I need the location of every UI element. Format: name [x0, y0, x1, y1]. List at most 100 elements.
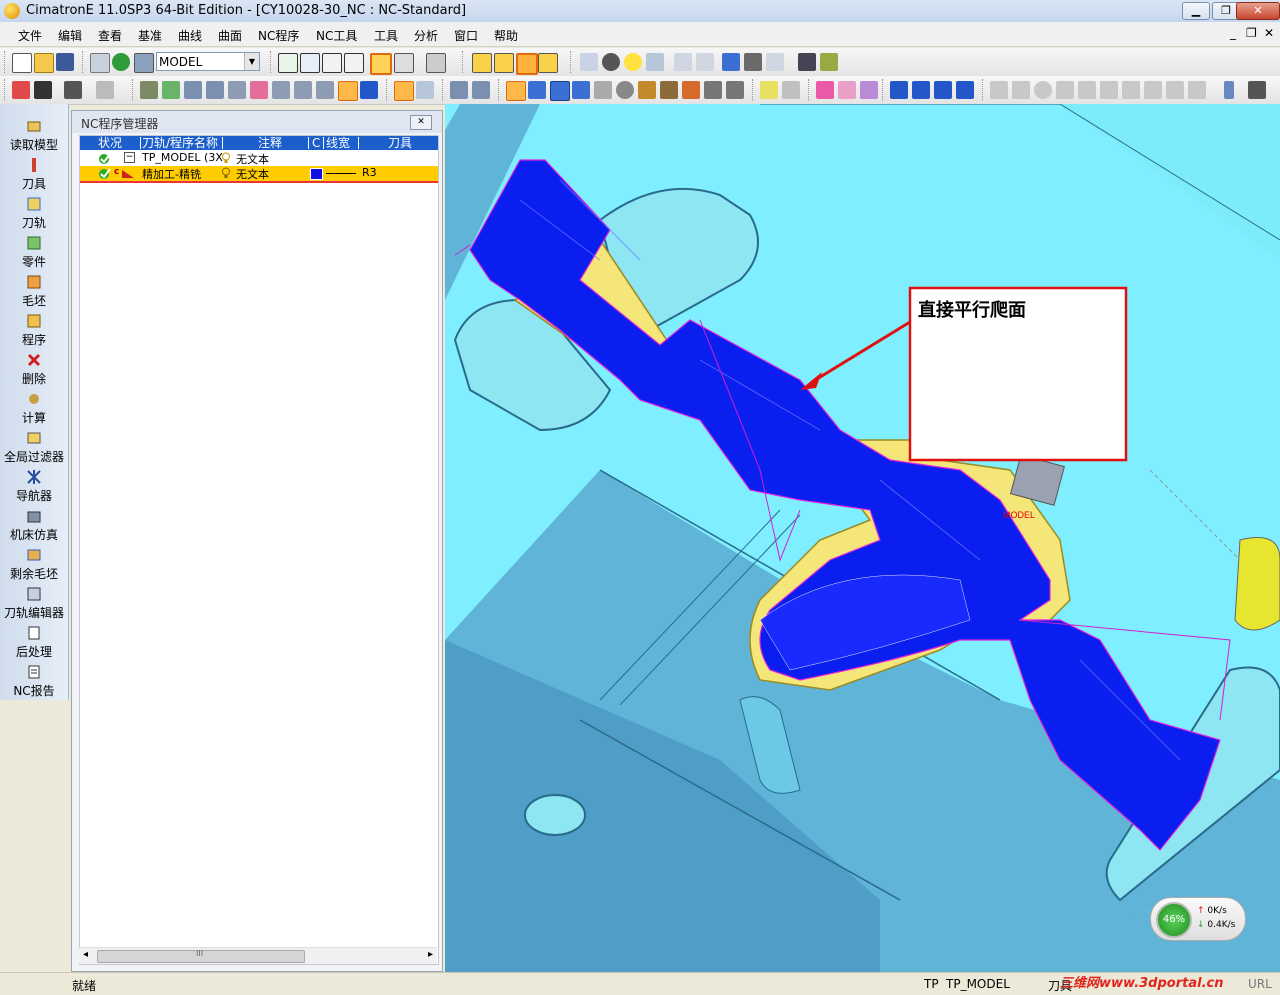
ucs-icon-3[interactable] — [934, 81, 952, 99]
show-icon[interactable] — [494, 53, 514, 73]
trim-icon[interactable] — [1100, 81, 1118, 99]
sidebar-item-tool[interactable]: 刀具 — [0, 157, 68, 192]
column-line-width[interactable]: 线宽 — [326, 136, 350, 150]
plane-icon-2[interactable] — [838, 81, 856, 99]
chevron-down-icon[interactable]: ▼ — [244, 53, 259, 70]
minimize-button[interactable]: ▁ — [1182, 2, 1210, 20]
display-icon-2[interactable] — [528, 81, 546, 99]
tree-collapse-toggle[interactable]: − — [124, 152, 135, 163]
display-icon-4[interactable] — [572, 81, 590, 99]
measure-icon[interactable] — [744, 53, 762, 71]
view-box-icon[interactable] — [394, 53, 414, 73]
filter-icon-9[interactable] — [316, 81, 334, 99]
menu-tools[interactable]: 工具 — [374, 27, 398, 44]
grid-icon-2[interactable] — [726, 81, 744, 99]
filter-icon-4[interactable] — [206, 81, 224, 99]
entity-filter-icon-2[interactable] — [472, 81, 490, 99]
filter-icon-7[interactable] — [272, 81, 290, 99]
menu-help[interactable]: 帮助 — [494, 27, 518, 44]
scrollbar-thumb[interactable]: III — [97, 949, 305, 963]
circle-icon[interactable] — [1034, 81, 1052, 99]
column-c[interactable]: C — [312, 136, 320, 150]
box-icon[interactable] — [660, 81, 678, 99]
display-icon-3[interactable] — [550, 81, 570, 101]
filter-icon-10[interactable] — [360, 81, 378, 99]
network-monitor-widget[interactable]: 46% ↑ 0K/s ↓ 0.4K/s — [1150, 897, 1246, 941]
spline-icon[interactable] — [1078, 81, 1096, 99]
sidebar-item-global-filter[interactable]: 全局过滤器 — [0, 430, 68, 465]
pick-mode-icon[interactable] — [394, 81, 414, 101]
hide-icon[interactable] — [516, 53, 538, 75]
sidebar-item-machine-sim[interactable]: 机床仿真 — [0, 508, 68, 543]
light-bulb-on-icon[interactable] — [624, 53, 642, 71]
display-toolpath-icon[interactable] — [506, 81, 526, 101]
set-active-object-icon[interactable] — [112, 53, 130, 71]
select-mode-icon[interactable] — [64, 81, 82, 99]
paste-icon[interactable] — [820, 53, 838, 71]
info-icon[interactable] — [616, 81, 634, 99]
scroll-left-icon[interactable]: ◂ — [83, 949, 88, 960]
close-button[interactable]: ✕ — [1236, 2, 1280, 20]
pan-icon[interactable] — [344, 53, 364, 73]
sidebar-item-remaining-stock[interactable]: 剩余毛坯 — [0, 547, 68, 582]
column-status[interactable]: 状况 — [98, 136, 122, 150]
mdi-minimize-button[interactable]: _ — [1230, 26, 1236, 40]
menu-nc-tools[interactable]: NC工具 — [316, 27, 357, 44]
menu-view[interactable]: 查看 — [98, 27, 122, 44]
fillet-icon[interactable] — [1188, 81, 1206, 99]
zoom-window-icon[interactable] — [300, 53, 320, 73]
shaded-view-icon[interactable] — [370, 53, 392, 75]
ucs-icon-4[interactable] — [956, 81, 974, 99]
undo-icon[interactable] — [96, 81, 114, 99]
menu-curve[interactable]: 曲线 — [178, 27, 202, 44]
mdi-close-button[interactable]: ✕ — [1264, 26, 1274, 40]
grid-icon[interactable] — [704, 81, 722, 99]
mdi-restore-button[interactable]: ❐ — [1246, 26, 1257, 40]
entity-filter-icon[interactable] — [450, 81, 468, 99]
light-bulb-icon[interactable] — [602, 53, 620, 71]
sidebar-item-part[interactable]: 零件 — [0, 235, 68, 270]
menu-datum[interactable]: 基准 — [138, 27, 162, 44]
extend-icon[interactable] — [1122, 81, 1140, 99]
scroll-right-icon[interactable]: ▸ — [428, 949, 433, 960]
swap-visibility-icon[interactable] — [538, 53, 558, 73]
filter-icon-8[interactable] — [294, 81, 312, 99]
sidebar-item-post-process[interactable]: 后处理 — [0, 625, 68, 660]
menu-analysis[interactable]: 分析 — [414, 27, 438, 44]
sidebar-item-stock[interactable]: 毛坯 — [0, 274, 68, 309]
sketch-icon[interactable] — [760, 81, 778, 99]
polyline-icon[interactable] — [1012, 81, 1030, 99]
model-select-dropdown[interactable]: MODEL ▼ — [156, 52, 260, 71]
pick-mode-icon-2[interactable] — [416, 81, 434, 99]
zoom-icon[interactable] — [322, 53, 342, 73]
cursor-icon[interactable] — [34, 81, 52, 99]
column-tool[interactable]: 刀具 — [388, 136, 412, 150]
panel-close-button[interactable]: ✕ — [410, 115, 432, 130]
graphics-viewport[interactable]: MODEL 直接平行爬面 — [445, 104, 1280, 972]
filter-icon-5[interactable] — [228, 81, 246, 99]
sidebar-item-toolpath[interactable]: 刀轨 — [0, 196, 68, 231]
chamfer-icon[interactable] — [1166, 81, 1184, 99]
sidebar-item-nc-report[interactable]: NC报告 — [0, 664, 68, 699]
open-file-icon[interactable] — [34, 53, 54, 73]
assembly-icon[interactable] — [722, 53, 740, 71]
ucs-icon-2[interactable] — [912, 81, 930, 99]
show-all-icon[interactable] — [472, 53, 492, 73]
line-icon[interactable] — [990, 81, 1008, 99]
select-object-icon[interactable] — [134, 53, 154, 73]
arc-icon[interactable] — [1056, 81, 1074, 99]
column-comment[interactable]: 注释 — [258, 136, 282, 150]
sidebar-item-delete[interactable]: 删除 — [0, 352, 68, 387]
toolbar-overflow-icon[interactable] — [1224, 81, 1234, 99]
filter-icon-3[interactable] — [184, 81, 202, 99]
copy-icon[interactable] — [798, 53, 816, 71]
arrow-left-icon[interactable] — [674, 53, 692, 71]
sidebar-item-execute[interactable]: 计算 — [0, 391, 68, 426]
menu-nc-program[interactable]: NC程序 — [258, 27, 299, 44]
new-file-icon[interactable] — [12, 53, 32, 73]
filter-icon-6[interactable] — [250, 81, 268, 99]
menu-edit[interactable]: 编辑 — [58, 27, 82, 44]
ucs-icon[interactable] — [890, 81, 908, 99]
arrow-right-icon[interactable] — [696, 53, 714, 71]
filter-icon-1[interactable] — [140, 81, 158, 99]
